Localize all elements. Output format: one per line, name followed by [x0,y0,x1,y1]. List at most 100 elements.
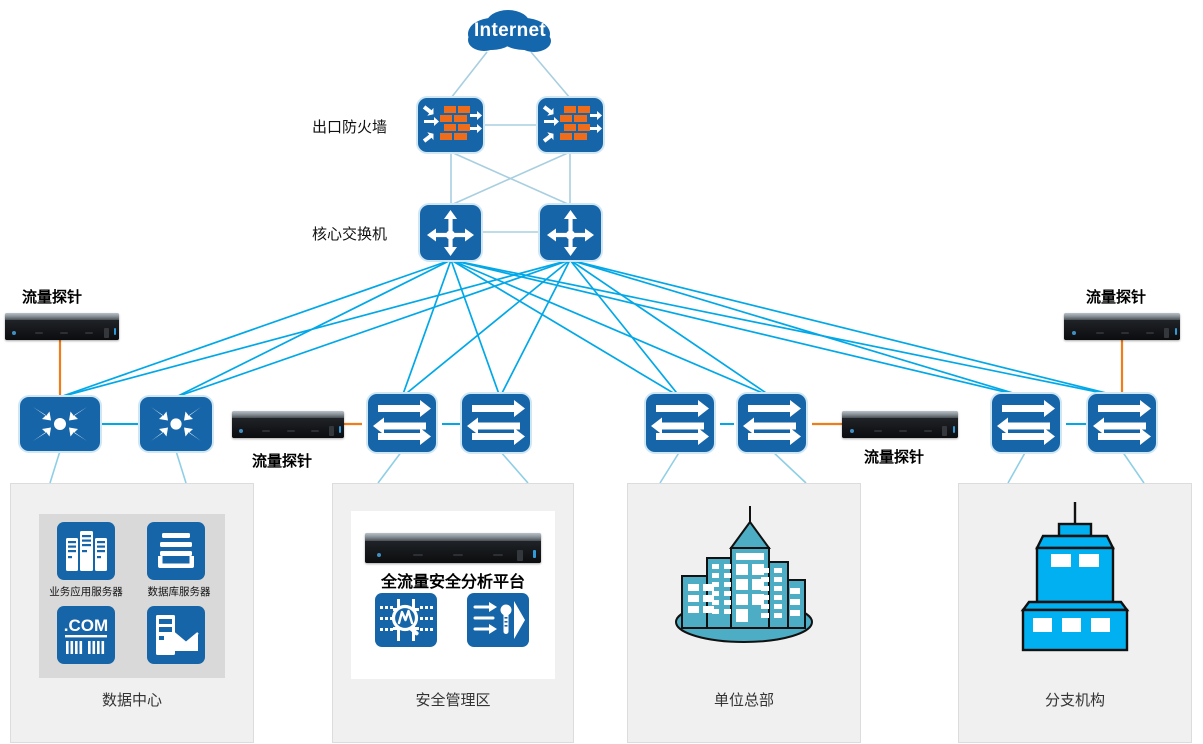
flow-control-icon[interactable] [467,593,529,647]
multilayer-switch-icon [427,210,474,256]
server-vent [493,554,503,556]
headquarters-switch-2[interactable] [738,394,806,452]
traffic-probe-1[interactable] [5,313,119,340]
access-switch-icon [651,400,709,445]
firewall-row-label: 出口防火墙 [312,118,388,136]
traffic-probe-1-label: 流量探针 [22,288,83,306]
access-switch-icon [1093,400,1151,445]
server-led [114,328,116,335]
server-led [1175,328,1177,335]
server-bay [517,550,523,561]
server-top [365,533,541,541]
traffic-probe-4-label: 流量探针 [1086,288,1147,306]
zone-security-label: 安全管理区 [415,691,491,709]
server-top [842,411,958,419]
converge-switch-icon [151,407,201,441]
security-switch-1[interactable] [368,394,436,452]
zone-branch-label: 分支机构 [1044,691,1105,709]
database-server-glyph [158,533,194,568]
security-analysis-appliance[interactable] [365,533,541,563]
server-face [842,418,958,438]
server-top [232,411,344,419]
zone-branch[interactable]: 分支机构 [958,483,1192,743]
branch-switch-1[interactable] [992,394,1060,452]
application-server-icon[interactable] [57,522,115,580]
server-vent [874,430,882,432]
zone-headquarters-label: 单位总部 [713,691,774,709]
traffic-analysis-glyph [380,599,433,641]
firewall-2[interactable] [538,98,603,152]
server-vent [413,554,423,556]
network-topology-diagram: Internet 出口防火墙 核心交换机 流量探针 流量探针 流量探针 流量探针… [0,0,1203,744]
firewall-icon [542,105,602,143]
traffic-probe-2-label: 流量探针 [252,452,313,470]
converge-switch-icon [33,407,87,441]
server-vent [1096,332,1104,334]
web-server-glyph: .COM [64,616,108,654]
security-switch-2[interactable] [462,394,530,452]
server-logo-icon [850,429,854,433]
access-switch-icon [373,400,431,445]
security-platform-panel: 全流量安全分析平台 [351,511,555,679]
server-logo-icon [377,553,381,557]
branch-switch-2[interactable] [1088,394,1156,452]
internet-cloud[interactable]: Internet [462,8,558,56]
branch-building-glyph [1020,502,1130,652]
server-vent [1146,332,1154,334]
headquarters-switch-1[interactable] [646,394,714,452]
server-led [953,426,955,433]
server-bay [329,426,334,436]
server-bay [942,426,947,436]
server-face [5,320,119,340]
server-vent [85,332,93,334]
server-vent [1121,332,1129,334]
core-switch-2[interactable] [540,205,601,260]
zone-security[interactable]: 全流量安全分析平台 安全管理区 [332,483,574,743]
traffic-analysis-icon[interactable] [375,593,437,647]
headquarters-building-icon[interactable] [664,504,824,656]
zone-headquarters[interactable]: 单位总部 [627,483,861,743]
datacenter-switch-2[interactable] [140,397,212,451]
server-logo-icon [239,429,243,433]
server-bay [1164,328,1169,338]
server-vent [311,430,319,432]
web-server-icon[interactable]: .COM [57,606,115,664]
server-vent [262,430,270,432]
multilayer-switch-icon [547,210,594,256]
server-bay [104,328,109,338]
traffic-probe-3[interactable] [842,411,958,438]
server-led [339,426,341,433]
zone-datacenter-label: 数据中心 [101,691,162,709]
server-vent [60,332,68,334]
traffic-probe-3-label: 流量探针 [864,448,925,466]
server-vent [453,554,463,556]
zone-datacenter[interactable]: 业务应用服务器 数据库服务器 .COM 数据中心 [10,483,254,743]
server-top [5,313,119,321]
server-logo-icon [12,331,16,335]
mail-server-icon[interactable] [147,606,205,664]
datacenter-switch-1[interactable] [20,397,100,451]
security-platform-label: 全流量安全分析平台 [380,572,525,591]
access-switch-icon [997,400,1055,445]
server-led [533,550,536,558]
traffic-probe-4[interactable] [1064,313,1180,340]
core-switch-1[interactable] [420,205,481,260]
server-vent [35,332,43,334]
datacenter-icon-panel: 业务应用服务器 数据库服务器 .COM [39,514,225,678]
server-face [1064,320,1180,340]
application-server-glyph [66,531,107,571]
traffic-probe-2[interactable] [232,411,344,438]
firewall-icon [422,105,482,143]
server-logo-icon [1072,331,1076,335]
server-top [1064,313,1180,321]
access-switch-icon [743,400,801,445]
server-face [232,418,344,438]
application-server-caption: 业务应用服务器 [49,586,123,598]
server-vent [924,430,932,432]
database-server-icon[interactable] [147,522,205,580]
flow-control-glyph [473,601,525,639]
server-vent [899,430,907,432]
mail-server-glyph [156,615,199,655]
branch-building-icon[interactable] [1015,498,1135,658]
firewall-1[interactable] [418,98,483,152]
